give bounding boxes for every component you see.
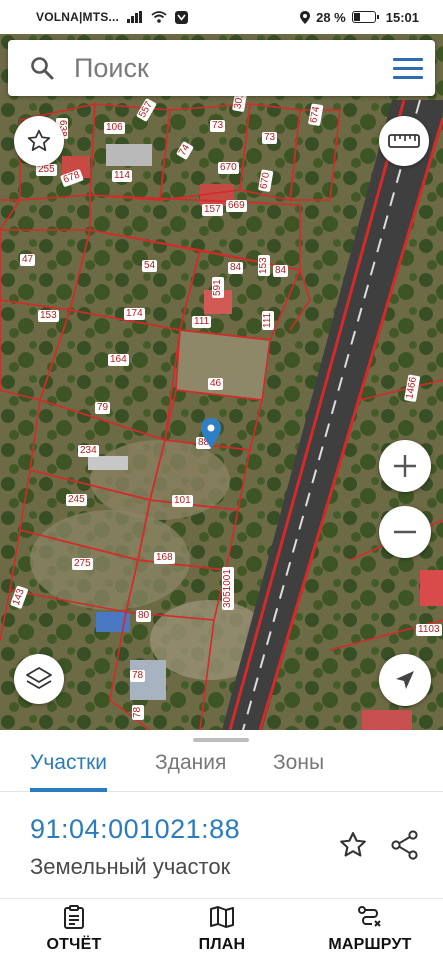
parcel-number-label[interactable]: 47	[20, 254, 36, 266]
zoom-out-button[interactable]	[379, 506, 431, 558]
sheet-drag-handle[interactable]	[193, 738, 249, 742]
navigation-arrow-icon	[396, 671, 414, 689]
layers-button[interactable]	[14, 654, 64, 704]
parcel-number-label[interactable]: 234	[78, 445, 99, 457]
parcel-number-label[interactable]: 78	[130, 670, 146, 682]
search-bar[interactable]: Поиск	[8, 40, 435, 96]
parcel-number-label[interactable]: 111	[192, 316, 212, 328]
star-outline-icon	[27, 129, 51, 151]
nav-report-label: ОТЧЁТ	[46, 936, 102, 953]
search-input[interactable]: Поиск	[74, 53, 393, 84]
parcel-number-label[interactable]: 591	[212, 277, 224, 298]
parcel-type: Земельный участок	[30, 854, 231, 879]
selected-parcel-marker[interactable]	[201, 418, 221, 448]
carrier-name: VOLNA|MTS...	[36, 10, 120, 24]
parcel-number-label[interactable]: 275	[72, 558, 93, 570]
nav-plan-label: ПЛАН	[198, 936, 246, 953]
map-icon	[210, 906, 234, 928]
parcel-number-label[interactable]: 245	[66, 494, 87, 506]
search-icon	[31, 57, 54, 80]
bottom-sheet: Участки Здания Зоны 91:04:001021:88 Земе…	[0, 730, 443, 960]
parcel-number-label[interactable]: 54	[142, 260, 158, 272]
parcel-number-label[interactable]: 73	[262, 132, 278, 144]
parcel-number-label[interactable]: 174	[124, 308, 145, 320]
share-icon[interactable]	[390, 830, 420, 860]
parcel-number-label[interactable]: 168	[154, 552, 175, 564]
parcel-number-label[interactable]: 106	[104, 122, 125, 134]
nav-report[interactable]: ОТЧЁТ	[14, 905, 134, 954]
battery-icon	[351, 11, 379, 23]
parcel-number-label[interactable]: 114	[112, 170, 132, 182]
bottom-navigation: ОТЧЁТ ПЛАН МАРШРУТ	[0, 898, 443, 960]
parcel-number-label[interactable]: 153	[258, 255, 270, 276]
status-bar: VOLNA|MTS... 28 % 15:01	[0, 0, 443, 34]
satellite-map[interactable]: 638 106 557 73 301 73 674 255 678 114 74 670 670 157 6…	[0, 34, 443, 730]
parcel-number-label[interactable]: 73	[210, 120, 226, 132]
parcel-number-label[interactable]: 84	[228, 262, 244, 274]
my-location-button[interactable]	[379, 654, 431, 706]
parcel-number-label[interactable]: 101	[172, 495, 193, 507]
battery-percent: 28 %	[316, 9, 346, 25]
nav-plan[interactable]: ПЛАН	[162, 905, 282, 954]
parcel-number-label[interactable]: 157	[202, 204, 223, 216]
nav-route[interactable]: МАРШРУТ	[310, 905, 430, 954]
parcel-number-label[interactable]: 46	[208, 378, 224, 390]
object-type-tabs: Участки Здания Зоны	[0, 746, 443, 792]
parcel-number-label[interactable]: 153	[38, 310, 59, 322]
parcel-number-label[interactable]: 3051001	[222, 567, 234, 610]
parcel-number-label[interactable]: 79	[95, 402, 111, 414]
zoom-in-button[interactable]	[379, 440, 431, 492]
parcel-number-label[interactable]: 78	[132, 704, 144, 720]
cadastral-number[interactable]: 91:04:001021:88	[30, 814, 240, 845]
plus-icon	[394, 455, 416, 477]
parcel-number-label[interactable]: 84	[273, 265, 289, 277]
tab-parcels[interactable]: Участки	[30, 746, 107, 792]
parcel-number-label[interactable]: 669	[226, 200, 247, 212]
clock: 15:01	[385, 9, 419, 25]
minus-icon	[394, 530, 416, 534]
route-icon	[358, 906, 381, 927]
menu-icon[interactable]	[393, 57, 423, 79]
tab-buildings[interactable]: Здания	[155, 746, 226, 792]
notification-icon	[175, 10, 189, 24]
wifi-icon	[151, 11, 167, 23]
parcel-number-label[interactable]: 80	[136, 610, 152, 622]
parcel-number-label[interactable]: 1103	[416, 624, 442, 636]
tab-zones[interactable]: Зоны	[273, 746, 324, 792]
parcel-number-label[interactable]: 111	[262, 310, 274, 330]
parcel-number-label[interactable]: 164	[108, 354, 129, 366]
parcel-number-label[interactable]: 670	[218, 162, 239, 174]
report-icon	[64, 905, 84, 929]
favorite-star-icon[interactable]	[338, 830, 368, 860]
location-icon	[300, 10, 311, 24]
measure-button[interactable]	[379, 116, 429, 166]
nav-route-label: МАРШРУТ	[328, 936, 412, 953]
signal-icon	[127, 11, 143, 23]
layers-icon	[26, 667, 52, 689]
favorites-button[interactable]	[14, 116, 64, 166]
ruler-icon	[388, 134, 420, 148]
